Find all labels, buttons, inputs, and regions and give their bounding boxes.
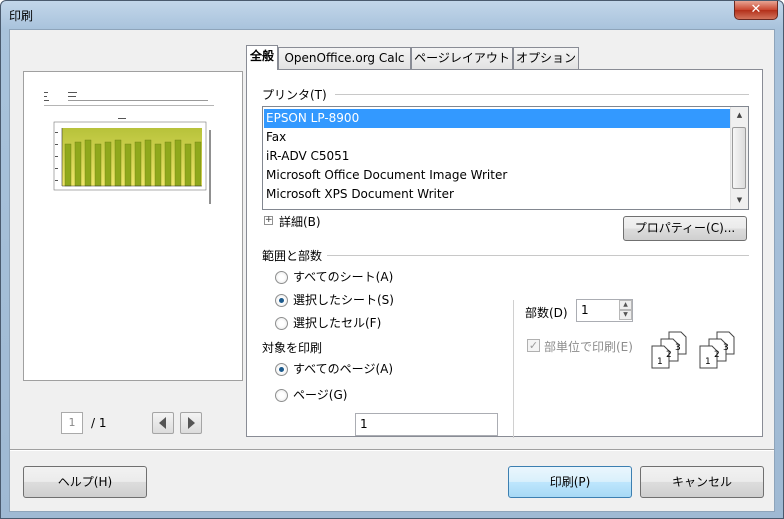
all-pages-radio[interactable] xyxy=(275,363,288,376)
dialog-body: 1 / 1 全般 OpenOffice.org Calc ページレイアウト オプ… xyxy=(9,29,775,512)
printer-item[interactable]: EPSON LP-8900 xyxy=(264,109,733,128)
triangle-right-icon xyxy=(188,417,195,429)
pages-radio[interactable] xyxy=(275,389,288,402)
selected-cells-label[interactable]: 選択したセル(F) xyxy=(293,314,381,331)
preview-bar xyxy=(94,143,102,187)
collate-page-3: 3 xyxy=(723,343,729,353)
window-title: 印刷 xyxy=(9,9,34,23)
preview-page-total: / 1 xyxy=(91,416,107,430)
triangle-left-icon xyxy=(159,417,166,429)
printer-item[interactable]: iR-ADV C5051 xyxy=(264,147,733,166)
preview-thumbnail xyxy=(44,92,214,204)
close-button[interactable]: ✕ xyxy=(734,1,778,20)
collate-page-1: 1 xyxy=(705,357,711,367)
preview-bar xyxy=(64,143,72,187)
tab-page-layout[interactable]: ページレイアウト xyxy=(411,47,513,69)
preview-bar xyxy=(174,139,182,187)
preview-bar xyxy=(194,141,202,187)
copies-divider xyxy=(513,300,514,438)
copies-value: 1 xyxy=(581,303,589,317)
collate-checkbox[interactable]: ✓ xyxy=(527,339,540,352)
copies-label: 部数(D) xyxy=(525,306,568,320)
preview-bar xyxy=(84,139,92,187)
printer-item[interactable]: Microsoft XPS Document Writer xyxy=(264,185,733,204)
printer-section-divider xyxy=(335,94,749,95)
preview-bar xyxy=(134,141,142,187)
printer-section-label: プリンタ(T) xyxy=(262,88,327,102)
preview-bar xyxy=(114,139,122,187)
pages-input[interactable]: 1 xyxy=(355,413,498,436)
collate-label[interactable]: 部単位で印刷(E) xyxy=(544,338,633,355)
preview-bar xyxy=(124,143,132,187)
printer-list-scrollbar[interactable]: ▲ ▼ xyxy=(730,107,748,209)
spin-up-icon[interactable]: ▲ xyxy=(619,300,632,310)
preview-bar xyxy=(74,141,82,187)
print-dialog-window: 印刷 ✕ 1 / 1 全般 OpenOffice.org Calc ページレイア… xyxy=(0,0,784,519)
collate-page-2: 2 xyxy=(714,350,720,360)
scroll-up-icon[interactable]: ▲ xyxy=(733,108,746,122)
scroll-down-icon[interactable]: ▼ xyxy=(733,193,746,207)
copies-spinner[interactable]: ▲ ▼ xyxy=(619,300,632,322)
selected-cells-radio[interactable] xyxy=(275,317,288,330)
preview-page-field[interactable]: 1 xyxy=(61,412,83,434)
printer-properties-button[interactable]: プロパティー(C)... xyxy=(623,216,747,241)
scrollbar-thumb[interactable] xyxy=(732,127,746,189)
printer-list[interactable]: EPSON LP-8900 Fax iR-ADV C5051 Microsoft… xyxy=(262,106,749,210)
print-preview xyxy=(23,71,243,381)
range-section-label: 範囲と部数 xyxy=(262,249,323,263)
print-target-label: 対象を印刷 xyxy=(262,341,323,355)
collate-stack-icon: 3 2 1 xyxy=(651,331,687,369)
button-bar-divider xyxy=(10,449,774,451)
all-pages-label[interactable]: すべてのページ(A) xyxy=(293,360,393,377)
all-sheets-label[interactable]: すべてのシート(A) xyxy=(293,268,393,285)
spin-down-icon[interactable]: ▼ xyxy=(619,310,632,320)
help-button[interactable]: ヘルプ(H) xyxy=(23,466,147,498)
printer-item[interactable]: Fax xyxy=(264,128,733,147)
range-section-divider xyxy=(327,255,749,256)
preview-bar xyxy=(164,141,172,187)
title-bar[interactable]: 印刷 ✕ xyxy=(1,1,783,29)
collate-page-2: 2 xyxy=(666,350,672,360)
copies-input[interactable]: 1 ▲ ▼ xyxy=(576,299,633,322)
preview-bar xyxy=(184,143,192,187)
preview-bar xyxy=(104,141,112,187)
tab-calc[interactable]: OpenOffice.org Calc xyxy=(278,47,411,69)
pages-label[interactable]: ページ(G) xyxy=(293,386,347,403)
collate-page-3: 3 xyxy=(675,343,681,353)
details-label[interactable]: 詳細(B) xyxy=(279,213,321,230)
cancel-button[interactable]: キャンセル xyxy=(640,466,764,498)
selected-sheets-label[interactable]: 選択したシート(S) xyxy=(293,291,394,308)
print-button[interactable]: 印刷(P) xyxy=(508,466,632,498)
selected-sheets-radio[interactable] xyxy=(275,294,288,307)
collate-stack-icon: 3 2 1 xyxy=(699,331,735,369)
previous-page-button[interactable] xyxy=(152,412,174,434)
tab-options[interactable]: オプション xyxy=(513,47,579,69)
next-page-button[interactable] xyxy=(180,412,202,434)
printer-item[interactable]: Microsoft Office Document Image Writer xyxy=(264,166,733,185)
all-sheets-radio[interactable] xyxy=(275,271,288,284)
tab-panel-general: プリンタ(T) EPSON LP-8900 Fax iR-ADV C5051 M… xyxy=(246,69,763,438)
collate-page-1: 1 xyxy=(657,357,663,367)
preview-bar xyxy=(154,143,162,187)
details-expander-icon[interactable]: + xyxy=(264,216,273,225)
preview-bar xyxy=(144,139,152,187)
tab-general[interactable]: 全般 xyxy=(246,45,278,70)
close-icon: ✕ xyxy=(750,2,762,17)
